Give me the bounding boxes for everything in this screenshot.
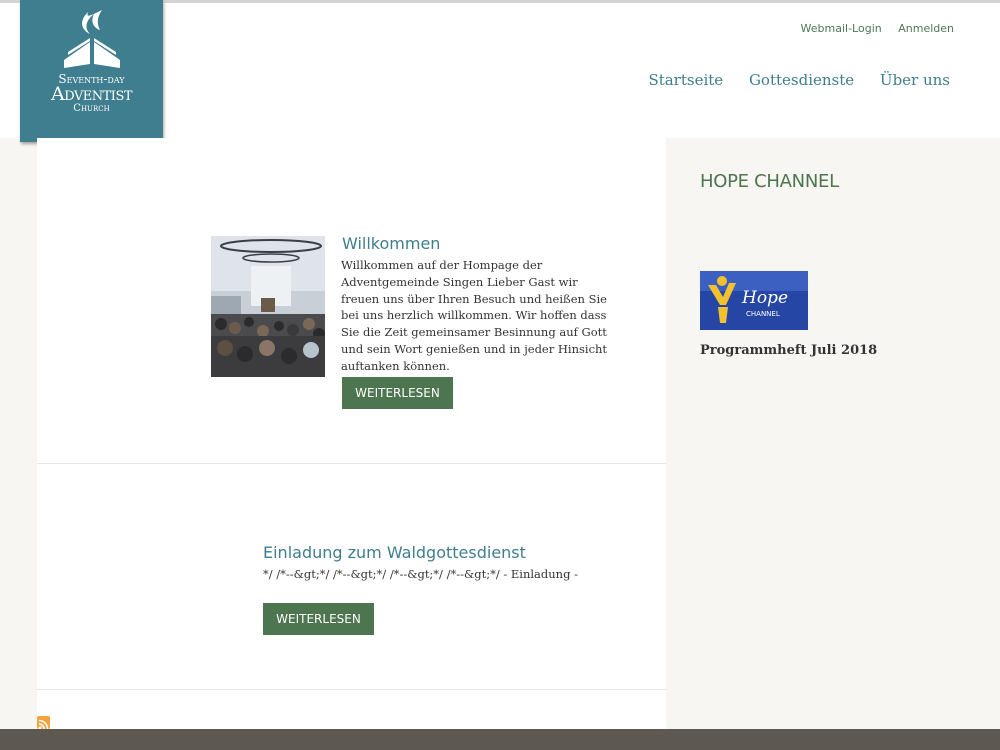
post-title-willkommen[interactable]: Willkommen: [342, 234, 440, 253]
post-divider-2: [37, 689, 666, 690]
logo-line-3: Church: [73, 103, 110, 114]
post-divider-1: [37, 463, 666, 464]
nav-item-gottesdienste[interactable]: Gottesdienste: [749, 71, 854, 89]
program-booklet-link[interactable]: Programmheft Juli 2018: [700, 343, 877, 358]
church-logo[interactable]: Seventh-day Adventist Church: [20, 0, 163, 142]
hope-channel-logo[interactable]: Hope CHANNEL: [700, 271, 808, 330]
flame-book-icon: [64, 10, 120, 68]
nav-item-startseite[interactable]: Startseite: [648, 71, 723, 89]
post-excerpt-willkommen: Willkommen auf der Hompage der Adventgem…: [341, 258, 608, 373]
read-more-button-2[interactable]: WEITERLESEN: [263, 603, 374, 635]
post-excerpt-waldgottesdienst: */ /*--&gt;*/ /*--&gt;*/ /*--&gt;*/ /*--…: [263, 567, 578, 581]
hope-logo-text: Hope: [741, 288, 788, 308]
logo-line-2: Adventist: [50, 83, 133, 105]
nav-item-ueber-uns[interactable]: Über uns: [880, 71, 950, 89]
read-more-button-1[interactable]: WEITERLESEN: [342, 377, 453, 409]
post-title-waldgottesdienst[interactable]: Einladung zum Waldgottesdienst: [263, 543, 526, 562]
hope-logo-subtext: CHANNEL: [746, 310, 780, 318]
main-content: Willkommen Willkommen auf der Hompage de…: [37, 138, 666, 730]
main-nav: Startseite Gottesdienste Über uns: [627, 71, 950, 89]
rss-feed-icon[interactable]: [37, 716, 50, 729]
utility-nav: Webmail-Login Anmelden: [788, 22, 954, 35]
webmail-login-link[interactable]: Webmail-Login: [801, 22, 882, 35]
sidebar-title: HOPE CHANNEL: [700, 171, 839, 192]
site-footer: [0, 729, 1000, 750]
login-link[interactable]: Anmelden: [898, 22, 954, 35]
welcome-photo[interactable]: [211, 236, 325, 377]
